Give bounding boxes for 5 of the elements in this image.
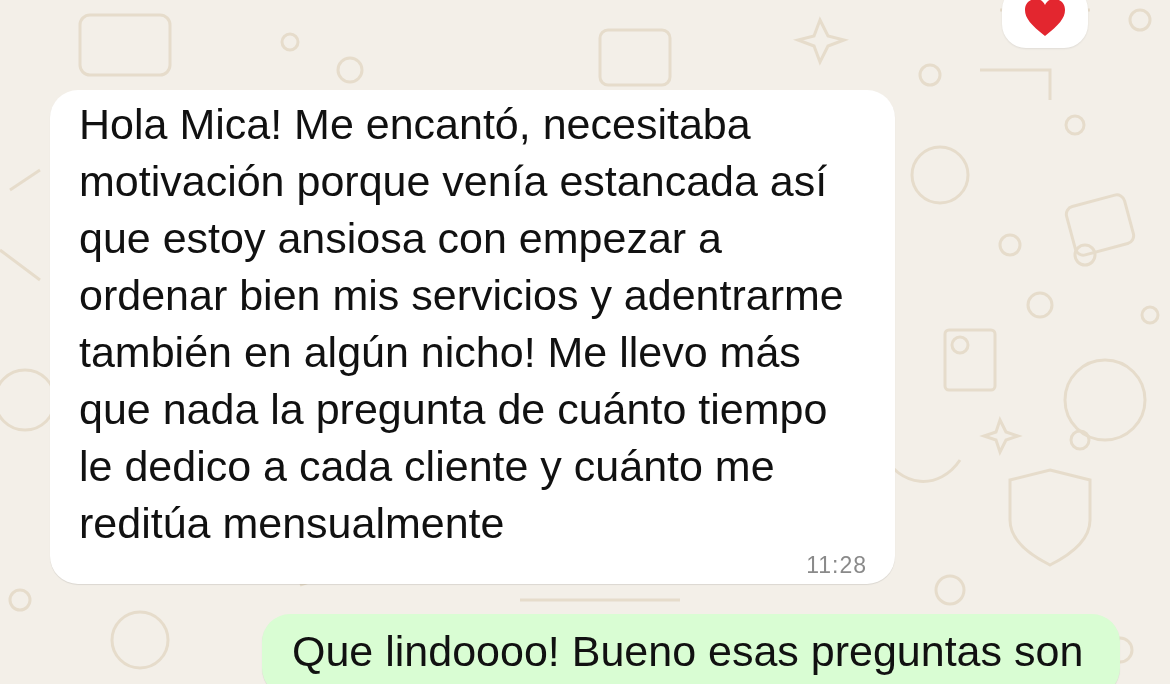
reaction-pill[interactable]: [1002, 0, 1088, 48]
heart-icon: [1023, 0, 1067, 38]
message-text: Que lindoooo! Bueno esas preguntas son: [292, 626, 1085, 676]
message-text: Hola Mica! Me encantó, necesitaba motivación porque venía estancada así que estoy ansiosa con empezar a ordenar bien mis servicios y adentrarme también en algún nicho! Me llevo más que nada la pregunta de cuánto tiempo le dedico a cada cliente y cuánto me reditúa mensualmente: [79, 99, 845, 549]
message-time: 11:28: [806, 552, 867, 578]
